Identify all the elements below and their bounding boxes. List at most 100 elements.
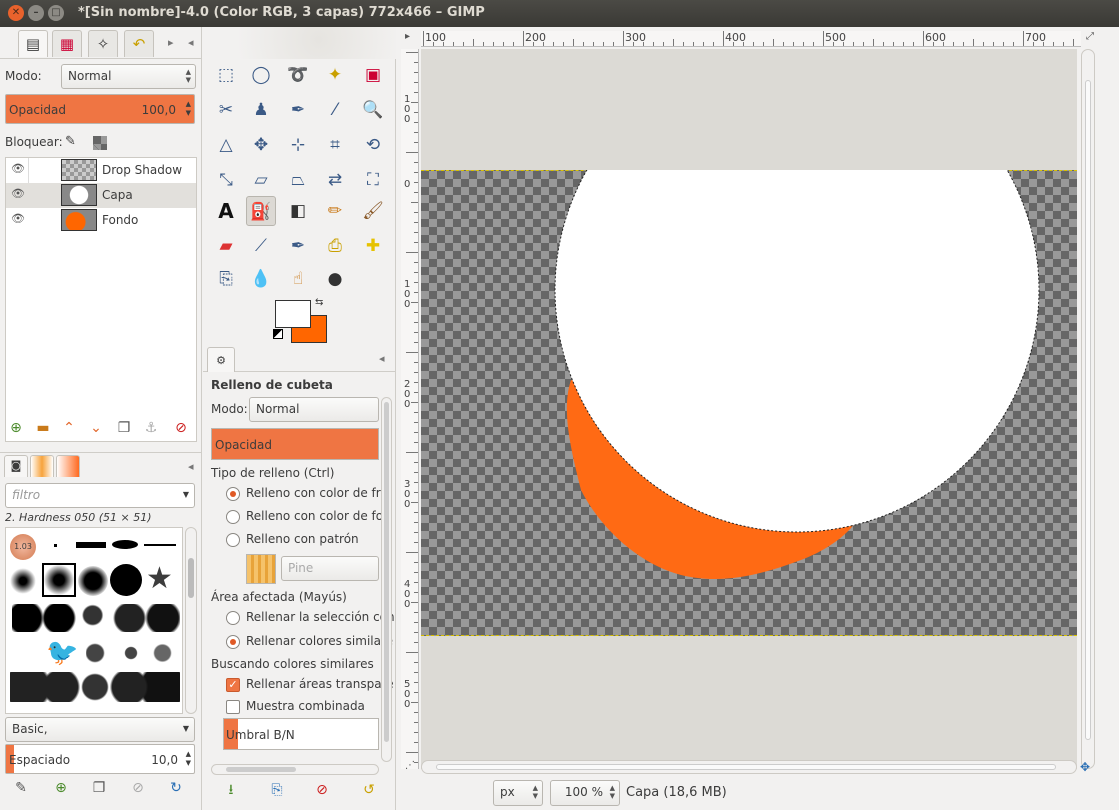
tab-tool-options[interactable]: ⚙ <box>207 347 235 372</box>
canvas-vscrollbar[interactable] <box>1081 49 1095 769</box>
edit-brush-icon[interactable]: ✎ <box>10 777 32 799</box>
new-layer-group-icon[interactable]: ▬ <box>32 417 54 439</box>
scroll-thumb[interactable] <box>1085 80 1091 740</box>
scale-tool-icon[interactable]: ⤡ <box>211 165 241 195</box>
dock-menu-icon[interactable]: ◂ <box>379 352 385 365</box>
lower-layer-icon[interactable]: ⌄ <box>85 417 107 439</box>
visibility-eye-icon[interactable]: 👁 <box>11 187 25 200</box>
fill-bg-radio[interactable] <box>226 510 240 524</box>
layer-row[interactable]: 👁 Fondo <box>6 208 196 233</box>
align-tool-icon[interactable]: ⊹ <box>283 130 313 160</box>
tab-undo[interactable]: ↶ <box>124 30 154 57</box>
quick-mask-icon[interactable]: ⋰ <box>405 760 419 774</box>
rect-select-tool-icon[interactable]: ⬚ <box>211 60 241 90</box>
text-tool-icon[interactable]: A <box>211 196 241 226</box>
select-by-color-tool-icon[interactable]: ▣ <box>358 60 388 90</box>
free-select-tool-icon[interactable]: ➰ <box>283 60 313 90</box>
dock-menu-icon[interactable]: ◂ <box>188 36 194 49</box>
star-brush-icon[interactable]: ★ <box>146 562 173 596</box>
flip-tool-icon[interactable]: ⇄ <box>320 165 350 195</box>
spacing-slider[interactable]: Espaciado 10,0 ▲ ▼ <box>5 744 195 774</box>
default-colors-icon[interactable] <box>273 329 283 339</box>
duplicate-brush-icon[interactable]: ❐ <box>88 777 110 799</box>
brush-preset-combo[interactable]: Basic, ▼ <box>5 717 195 742</box>
scissors-tool-icon[interactable]: ✂ <box>211 95 241 125</box>
scroll-thumb[interactable] <box>188 558 194 598</box>
restore-tool-preset-icon[interactable]: ⎘ <box>266 779 288 801</box>
paths-tool-icon[interactable]: ✒ <box>283 95 313 125</box>
tool-options-vscrollbar[interactable] <box>381 397 392 762</box>
visibility-eye-icon[interactable]: 👁 <box>11 212 25 225</box>
rotate-tool-icon[interactable]: ⟲ <box>358 130 388 160</box>
new-layer-icon[interactable]: ⊕ <box>5 417 27 439</box>
brush-swatch-selected[interactable] <box>42 563 76 597</box>
tab-channels[interactable]: ▦ <box>52 30 82 57</box>
fill-transparent-checkbox[interactable]: ✓ <box>226 678 240 692</box>
brush-row-texture[interactable] <box>86 640 176 666</box>
pattern-name-field[interactable]: Pine <box>281 556 379 581</box>
tab-brushes[interactable]: ◙ <box>4 455 28 477</box>
brush-row-grunge[interactable] <box>10 672 180 702</box>
new-brush-icon[interactable]: ⊕ <box>50 777 72 799</box>
color-picker-tool-icon[interactable]: ⁄ <box>320 95 350 125</box>
threshold-slider[interactable]: Umbral B/N <box>223 718 379 750</box>
eraser-tool-icon[interactable]: ▰ <box>211 231 241 261</box>
blend-tool-icon[interactable]: ◧ <box>283 196 313 226</box>
scroll-thumb[interactable] <box>384 402 389 742</box>
layer-opacity-slider[interactable]: Opacidad 100,0 ▲ ▼ <box>5 94 195 124</box>
duplicate-layer-icon[interactable]: ❐ <box>113 417 135 439</box>
brush-swatch[interactable] <box>54 544 57 547</box>
fill-pattern-radio[interactable] <box>226 533 240 547</box>
brush-swatch[interactable]: 1.03 <box>10 534 36 560</box>
dock-menu-icon[interactable]: ◂ <box>188 460 194 473</box>
pattern-preview[interactable] <box>246 554 276 584</box>
zoom-follow-icon[interactable]: ⤢ <box>1082 31 1098 47</box>
save-tool-preset-icon[interactable]: ⭳ <box>220 779 242 801</box>
blur-tool-icon[interactable]: 💧 <box>246 264 276 294</box>
close-window-button[interactable]: ✕ <box>8 5 24 21</box>
tab-patterns[interactable] <box>30 455 54 477</box>
brush-swatch[interactable] <box>144 544 176 546</box>
raise-layer-icon[interactable]: ⌃ <box>58 417 80 439</box>
anchor-layer-icon[interactable]: ⚓ <box>140 417 162 439</box>
brush-swatch[interactable] <box>10 568 36 594</box>
clone-tool-icon[interactable]: ⎙ <box>320 231 350 261</box>
zoom-combo[interactable]: 100 % ▲ ▼ <box>550 780 620 806</box>
area-similar-radio[interactable] <box>226 635 240 649</box>
scroll-thumb[interactable] <box>226 767 296 772</box>
foreground-select-tool-icon[interactable]: ♟ <box>246 95 276 125</box>
tab-layers[interactable]: ▤ <box>18 30 48 57</box>
smudge-tool-icon[interactable]: ☝ <box>283 264 313 294</box>
maximize-window-button[interactable]: □ <box>48 5 64 21</box>
tool-opacity-slider[interactable]: Opacidad <box>211 428 379 460</box>
brush-filter-input[interactable]: filtro ▼ <box>5 483 195 508</box>
ink-tool-icon[interactable]: ✒ <box>283 231 313 261</box>
area-selection-radio[interactable] <box>226 611 240 625</box>
menu-arrow-icon[interactable]: ▸ <box>405 31 417 43</box>
brush-swatch[interactable] <box>76 542 106 548</box>
unit-combo[interactable]: px ▲ ▼ <box>493 780 543 806</box>
tab-paths[interactable]: ✧ <box>88 30 118 57</box>
shear-tool-icon[interactable]: ▱ <box>246 165 276 195</box>
brush-swatch[interactable] <box>78 566 108 596</box>
refresh-brushes-icon[interactable]: ↻ <box>165 777 187 799</box>
delete-brush-icon[interactable]: ⊘ <box>127 777 149 799</box>
brush-scrollbar[interactable] <box>185 527 197 714</box>
swap-colors-icon[interactable]: ⇆ <box>315 297 323 308</box>
canvas-viewport[interactable] <box>421 49 1077 769</box>
cage-transform-tool-icon[interactable]: ⛶ <box>358 165 388 195</box>
perspective-tool-icon[interactable]: ⏢ <box>283 165 313 195</box>
move-tool-icon[interactable]: ✥ <box>246 130 276 160</box>
lock-pixels-icon[interactable]: ✎ <box>65 134 76 149</box>
sample-merged-checkbox[interactable] <box>226 700 240 714</box>
tool-mode-combo[interactable]: Normal <box>249 397 379 422</box>
navigate-icon[interactable]: ✥ <box>1080 760 1096 774</box>
delete-layer-icon[interactable]: ⊘ <box>170 417 192 439</box>
minimize-window-button[interactable]: – <box>28 5 44 21</box>
brush-swatch[interactable] <box>112 540 138 549</box>
canvas-hscrollbar[interactable] <box>421 760 1077 774</box>
brush-grid[interactable]: 1.03 ★ 🐦 <box>5 527 183 714</box>
pencil-tool-icon[interactable]: ✏ <box>320 196 350 226</box>
bird-brush-icon[interactable]: 🐦 <box>46 638 78 668</box>
airbrush-tool-icon[interactable]: ⟋ <box>246 231 276 261</box>
